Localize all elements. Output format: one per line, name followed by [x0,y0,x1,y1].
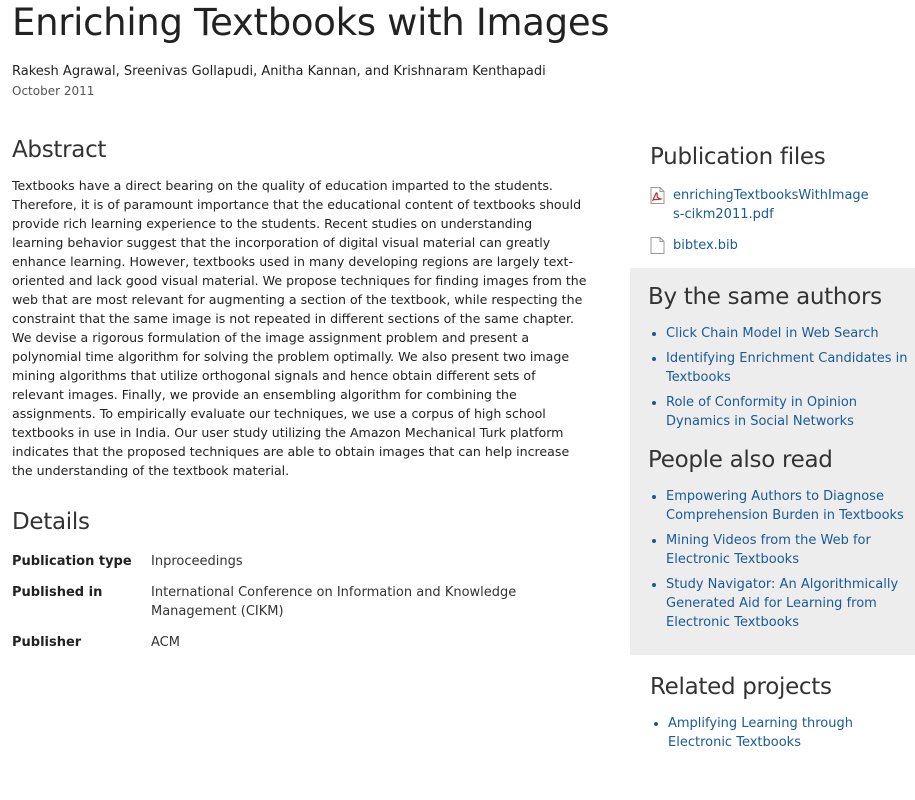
same-authors-link[interactable]: Click Chain Model in Web Search [666,326,879,341]
same-authors-link[interactable]: Identifying Enrichment Candidates in Tex… [666,351,907,385]
details-value: Inproceedings [151,554,243,569]
text-file-icon [650,237,665,254]
also-read-list: Empowering Authors to Diagnose Comprehen… [648,487,910,632]
details-heading: Details [12,509,90,535]
publication-date: October 2011 [12,84,95,98]
abstract-text: Textbooks have a direct bearing on the q… [12,178,587,478]
also-read-link[interactable]: Empowering Authors to Diagnose Comprehen… [666,489,904,523]
details-row: Publication type Inproceedings [12,552,551,583]
file-row-bib: bibtex.bib [650,236,900,255]
abstract-heading: Abstract [12,137,107,163]
publication-files-section: Publication files enrichingTextbooksWith… [650,142,900,255]
bib-file-link[interactable]: bibtex.bib [673,236,875,255]
related-project-link[interactable]: Amplifying Learning through Electronic T… [668,716,853,750]
pdf-file-icon [650,187,665,204]
list-item: Mining Videos from the Web for Electroni… [666,531,910,569]
also-read-link[interactable]: Study Navigator: An Algorithmically Gene… [666,577,898,630]
details-label: Published in [12,585,103,600]
also-read-heading: People also read [648,447,833,473]
page-title: Enriching Textbooks with Images [12,1,610,44]
details-label: Publisher [12,635,82,650]
list-item: Empowering Authors to Diagnose Comprehen… [666,487,910,525]
list-item: Click Chain Model in Web Search [666,324,910,343]
list-item: Identifying Enrichment Candidates in Tex… [666,349,910,387]
same-authors-link[interactable]: Role of Conformity in Opinion Dynamics i… [666,395,857,429]
details-label: Publication type [12,554,132,569]
same-authors-list: Click Chain Model in Web Search Identify… [648,324,910,431]
authors-line: Rakesh Agrawal, Sreenivas Gollapudi, Ani… [12,64,546,79]
same-authors-heading: By the same authors [648,284,882,310]
details-row: Publisher ACM [12,633,551,664]
list-item: Study Navigator: An Algorithmically Gene… [666,575,910,632]
file-row-pdf: enrichingTextbooksWithImages-cikm2011.pd… [650,186,900,224]
pdf-file-link[interactable]: enrichingTextbooksWithImages-cikm2011.pd… [673,186,875,224]
details-table: Publication type Inproceedings Published… [12,552,551,664]
details-value: International Conference on Information … [151,585,517,619]
related-projects-heading: Related projects [650,674,832,700]
details-value: ACM [151,635,180,650]
sidebar-gray-panel: By the same authors Click Chain Model in… [630,268,915,655]
related-projects-list: Amplifying Learning through Electronic T… [650,714,910,752]
publication-files-heading: Publication files [650,144,826,170]
list-item: Amplifying Learning through Electronic T… [668,714,910,752]
also-read-link[interactable]: Mining Videos from the Web for Electroni… [666,533,871,567]
details-row: Published in International Conference on… [12,583,551,633]
main-column: Abstract Textbooks have a direct bearing… [12,134,587,664]
list-item: Role of Conformity in Opinion Dynamics i… [666,393,910,431]
related-projects-section: Related projects Amplifying Learning thr… [650,672,910,758]
